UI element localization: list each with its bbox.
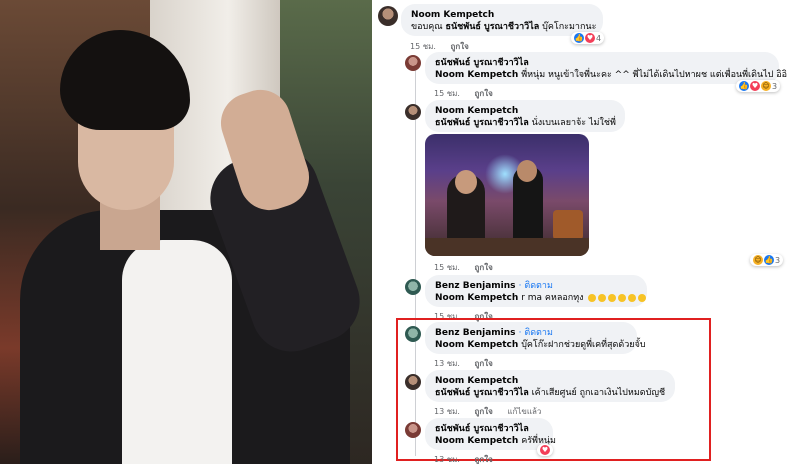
- like-button[interactable]: ถูกใจ: [475, 359, 493, 368]
- comment-time[interactable]: 15 ชม.: [410, 42, 436, 51]
- avatar[interactable]: [405, 326, 421, 342]
- like-reaction-icon: 👍: [739, 81, 749, 91]
- avatar[interactable]: [405, 422, 421, 438]
- comment-author[interactable]: Benz Benjamins · ติดตาม: [435, 327, 627, 339]
- mention-link[interactable]: Noom Kempetch: [435, 340, 518, 350]
- emoji-icon: [608, 293, 617, 302]
- comment-text: ธนัชพันธ์ บูรณาชีวาวิไล เค้าเสียศูนย์ ถู…: [435, 387, 665, 400]
- like-button[interactable]: ถูกใจ: [475, 455, 493, 464]
- comment-bubble: ธนัชพันธ์ บูรณาชีวาวิไล Noom Kempetch คร…: [425, 418, 556, 450]
- avatar[interactable]: [405, 104, 421, 120]
- photo-person-1-head: [455, 170, 477, 194]
- emoji-icon: [638, 293, 647, 302]
- follow-link[interactable]: · ติดตาม: [519, 328, 553, 338]
- comment-author[interactable]: ธนัชพันธ์ บูรณาชีวาวิไล: [435, 423, 543, 435]
- comment-text: Noom Kempetch พี่หนุ่ม หนูเข้าใจพี่นะคะ …: [435, 69, 787, 82]
- follow-link[interactable]: · ติดตาม: [519, 281, 553, 291]
- comment-time[interactable]: 13 ชม.: [434, 359, 460, 368]
- mention-link[interactable]: Noom Kempetch: [435, 293, 518, 303]
- reaction-count: 3: [775, 255, 781, 265]
- emoji-icon: [598, 293, 607, 302]
- comment-text: ขอบคุณ ธนัชพันธ์ บูรณาชีวาวิไล บุ๊คโกะมา…: [411, 21, 597, 34]
- love-reaction-icon: ♥: [585, 33, 595, 43]
- comment-author[interactable]: ธนัชพันธ์ บูรณาชีวาวิไล: [435, 57, 769, 69]
- reaction-summary[interactable]: 👍 ♥ ☺ 3: [736, 80, 781, 92]
- mention-link[interactable]: ธนัชพันธ์ บูรณาชีวาวิไล: [435, 388, 529, 398]
- mention-link[interactable]: ธนัชพันธ์ บูรณาชีวาวิไล: [446, 22, 540, 32]
- reaction-summary[interactable]: 👍 ♥ 4: [571, 32, 605, 44]
- author-name[interactable]: Benz Benjamins: [435, 328, 516, 338]
- comment-text-prefix: ขอบคุณ: [411, 22, 443, 32]
- like-button[interactable]: ถูกใจ: [475, 89, 493, 98]
- emoji-icon: [628, 293, 637, 302]
- comment-author[interactable]: Noom Kempetch: [435, 375, 665, 387]
- comment-author[interactable]: Noom Kempetch: [435, 105, 615, 117]
- comment-time[interactable]: 13 ชม.: [434, 407, 460, 416]
- photo-person-2-head: [517, 160, 537, 182]
- comment-text: Noom Kempetch บุ๊คโก๊ะฝากช่วยดูพี่เคที่ส…: [435, 339, 646, 352]
- avatar[interactable]: [378, 6, 398, 26]
- comment-meta: 13 ชม. ถูกใจ แก้ไขแล้ว: [434, 405, 553, 418]
- mention-link[interactable]: Noom Kempetch: [435, 436, 518, 446]
- comment-author[interactable]: Benz Benjamins · ติดตาม: [435, 280, 637, 292]
- comment-text-suffix: บุ๊คโกะมากนะ: [542, 22, 597, 32]
- comment-bubble: Noom Kempetch ธนัชพันธ์ บูรณาชีวาวิไล นั…: [425, 100, 625, 132]
- like-button[interactable]: ถูกใจ: [451, 42, 469, 51]
- like-reaction-icon: 👍: [764, 255, 774, 265]
- comment-text-suffix: พี่หนุ่ม หนูเข้าใจพี่นะคะ ^^ พี่ไม่ได้เด…: [521, 70, 788, 80]
- comment-time[interactable]: 15 ชม.: [434, 89, 460, 98]
- haha-reaction-icon: ☺: [761, 81, 771, 91]
- haha-reaction-icon: ☺: [753, 255, 763, 265]
- comment-bubble: ธนัชพันธ์ บูรณาชีวาวิไล Noom Kempetch พี…: [425, 52, 787, 84]
- comment-text-suffix: บุ๊คโก๊ะฝากช่วยดูพี่เคที่สุดด้วยจั้บ: [521, 340, 646, 350]
- comment-text: Noom Kempetch ครัพี่หนุ่ม: [435, 435, 556, 448]
- author-name[interactable]: Benz Benjamins: [435, 281, 516, 291]
- comment-time[interactable]: 15 ชม.: [434, 263, 460, 272]
- avatar[interactable]: [405, 55, 421, 71]
- comment-text-suffix: นั่งเบนเลยาจ้ะ ไม่ใช่พี่: [531, 118, 616, 128]
- comment-meta: 13 ชม. ถูกใจ: [434, 357, 505, 370]
- photo-shirt: [122, 240, 232, 464]
- like-button[interactable]: ถูกใจ: [475, 263, 493, 272]
- reaction-count: 4: [596, 33, 602, 43]
- comment-meta: 13 ชม. ถูกใจ: [434, 453, 505, 464]
- comment-text: ธนัชพันธ์ บูรณาชีวาวิไล นั่งเบนเลยาจ้ะ ไ…: [435, 117, 616, 130]
- photo-table: [425, 238, 589, 256]
- comment-bubble: Benz Benjamins · ติดตาม Noom Kempetch r …: [425, 275, 647, 307]
- emoji-icon: [588, 293, 597, 302]
- comment-author[interactable]: Noom Kempetch: [411, 9, 593, 21]
- comment-bubble: Noom Kempetch ธนัชพันธ์ บูรณาชีวาวิไล เค…: [425, 370, 675, 402]
- comment-time[interactable]: 13 ชม.: [434, 455, 460, 464]
- reaction-summary[interactable]: ☺ 👍 3: [750, 254, 784, 266]
- portrait-photo: [0, 0, 372, 464]
- photo-stool: [553, 210, 583, 240]
- mention-link[interactable]: Noom Kempetch: [435, 70, 518, 80]
- avatar[interactable]: [405, 279, 421, 295]
- comment-meta: 15 ชม. ถูกใจ: [434, 87, 505, 100]
- love-reaction-icon: ♥: [540, 445, 550, 455]
- reaction-count: 3: [772, 81, 778, 91]
- like-button[interactable]: ถูกใจ: [475, 407, 493, 416]
- emoji-icon: [618, 293, 627, 302]
- comment-meta: 15 ชม. ถูกใจ: [434, 261, 505, 274]
- edited-label: แก้ไขแล้ว: [507, 407, 542, 416]
- comment-bubble: Benz Benjamins · ติดตาม Noom Kempetch บุ…: [425, 322, 646, 354]
- like-reaction-icon: 👍: [574, 33, 584, 43]
- love-reaction-icon: ♥: [750, 81, 760, 91]
- comment-text-suffix: r ma คหลอกทุง: [521, 293, 584, 303]
- avatar[interactable]: [405, 374, 421, 390]
- reaction-summary[interactable]: ♥: [537, 444, 553, 456]
- comment-text-suffix: เค้าเสียศูนย์ ถูกเอาเงินไปหมดบัญชี: [531, 388, 666, 398]
- comment-bubble: Noom Kempetch ขอบคุณ ธนัชพันธ์ บูรณาชีวา…: [401, 4, 603, 36]
- mention-link[interactable]: ธนัชพันธ์ บูรณาชีวาวิไล: [435, 118, 529, 128]
- comment-text: Noom Kempetch r ma คหลอกทุง: [435, 292, 647, 305]
- reply-photo[interactable]: [425, 134, 589, 256]
